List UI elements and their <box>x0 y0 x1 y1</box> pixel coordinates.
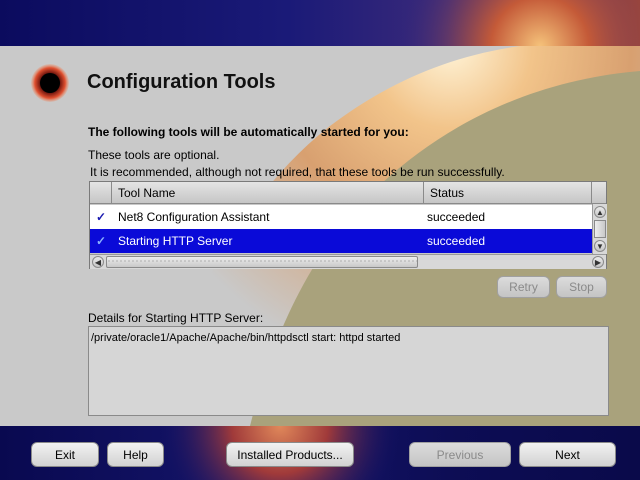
table-row-selected[interactable]: ✓ Starting HTTP Server succeeded <box>90 229 592 253</box>
page-title: Configuration Tools <box>87 71 276 93</box>
column-header-tool-name[interactable]: Tool Name <box>112 182 424 204</box>
check-icon: ✓ <box>96 210 107 224</box>
tools-table: Tool Name Status ✓ Net8 Configuration As… <box>89 181 607 269</box>
tool-name-cell: Net8 Configuration Assistant <box>118 210 270 224</box>
details-text: /private/oracle1/Apache/Apache/bin/httpd… <box>91 332 401 344</box>
scroll-down-icon[interactable]: ▼ <box>594 240 606 252</box>
details-text-area[interactable]: /private/oracle1/Apache/Apache/bin/httpd… <box>88 326 609 416</box>
top-banner <box>0 0 640 46</box>
header-orb-icon <box>31 64 69 102</box>
details-label: Details for Starting HTTP Server: <box>88 311 264 325</box>
scroll-left-icon[interactable]: ◀ <box>92 256 104 268</box>
vertical-scroll-thumb[interactable] <box>594 220 606 238</box>
vertical-scrollbar[interactable]: ▲ ▼ <box>592 204 607 254</box>
intro-line-optional: These tools are optional. <box>88 148 220 162</box>
exit-button[interactable]: Exit <box>31 442 99 467</box>
banner-glow <box>0 0 640 46</box>
header-corner <box>592 182 606 204</box>
installed-products-button[interactable]: Installed Products... <box>226 442 354 467</box>
scroll-right-icon[interactable]: ▶ <box>592 256 604 268</box>
previous-button[interactable]: Previous <box>409 442 511 467</box>
horizontal-scroll-thumb[interactable] <box>106 256 418 268</box>
retry-button[interactable]: Retry <box>497 276 550 298</box>
stop-button[interactable]: Stop <box>556 276 607 298</box>
horizontal-scrollbar[interactable]: ◀ ▶ <box>90 254 606 269</box>
column-header-check[interactable] <box>90 182 112 204</box>
status-cell: succeeded <box>427 234 486 248</box>
check-icon: ✓ <box>96 234 107 248</box>
help-button[interactable]: Help <box>107 442 164 467</box>
intro-heading: The following tools will be automaticall… <box>88 125 409 139</box>
tool-name-cell: Starting HTTP Server <box>118 234 233 248</box>
scroll-up-icon[interactable]: ▲ <box>594 206 606 218</box>
status-cell: succeeded <box>427 210 486 224</box>
column-header-status[interactable]: Status <box>424 182 592 204</box>
table-row[interactable]: ✓ Net8 Configuration Assistant succeeded <box>90 205 592 229</box>
intro-line-recommended: It is recommended, although not required… <box>90 165 505 179</box>
next-button[interactable]: Next <box>519 442 616 467</box>
